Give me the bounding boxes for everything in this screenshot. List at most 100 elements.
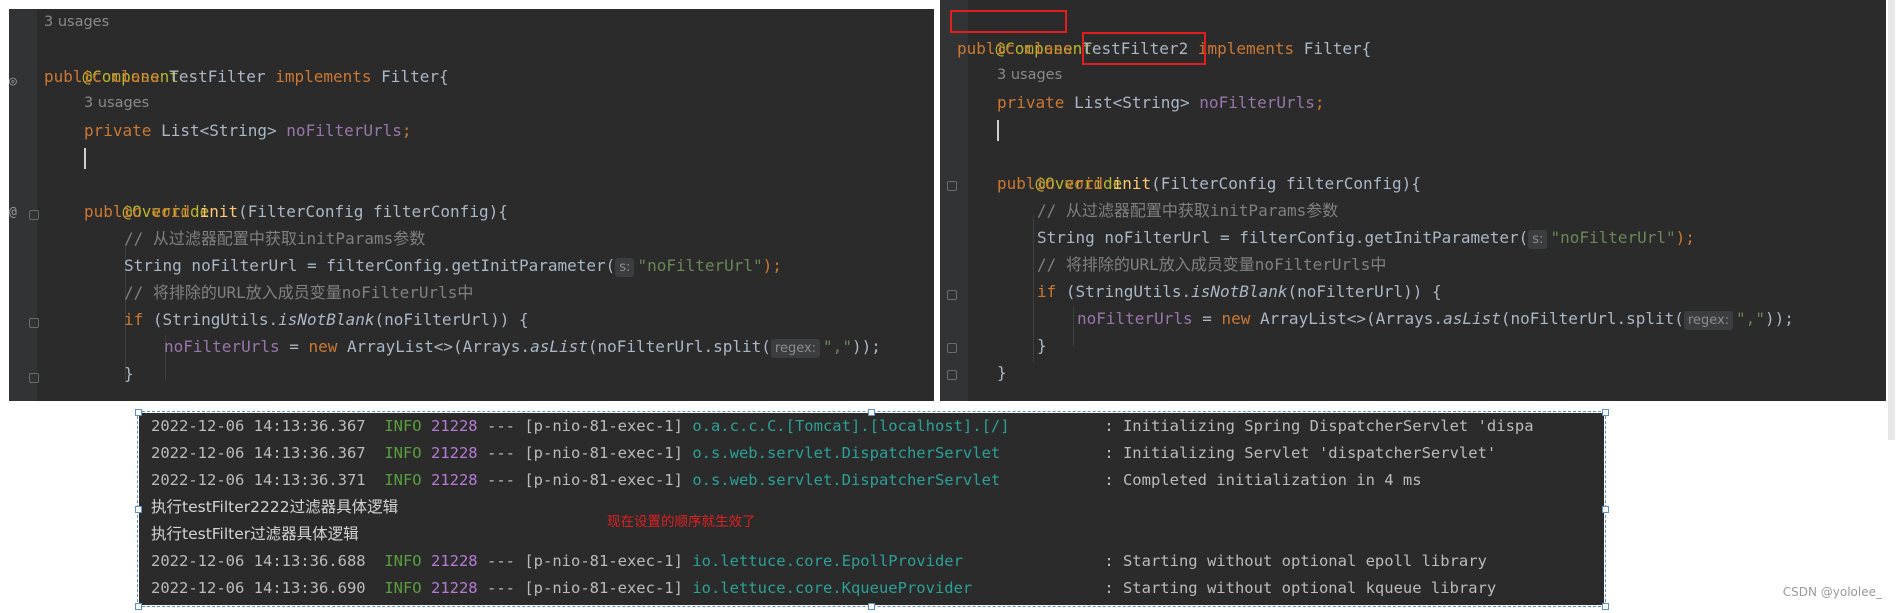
implementation-gutter-icon[interactable]: ◎: [9, 75, 17, 89]
text-cursor: [84, 148, 86, 169]
code-line: @Override: [997, 143, 1123, 193]
fold-marker-icon[interactable]: [29, 373, 39, 383]
code-line-class-declaration: public class TestFilter implements Filte…: [44, 63, 449, 90]
log-level: INFO: [384, 579, 422, 597]
string-literal: "noFilterUrl": [637, 256, 763, 275]
string-literal: ",": [823, 337, 852, 356]
method-name: init: [199, 202, 239, 221]
fold-marker-icon[interactable]: [947, 343, 957, 353]
resize-handle[interactable]: [868, 603, 875, 610]
page-scrollbar[interactable]: [1888, 0, 1895, 440]
log-line: 2022-12-06 14:13:36.690 INFO 21228 --- […: [151, 575, 1496, 602]
code-comment: // 从过滤器配置中获取initParams参数: [1037, 201, 1339, 220]
resize-handle[interactable]: [135, 409, 142, 416]
resize-handle[interactable]: [135, 603, 142, 610]
method-call: isNotBlank: [278, 310, 375, 329]
log-thread: --- [p-nio-81-exec-1]: [487, 552, 683, 570]
log-thread: --- [p-nio-81-exec-1]: [487, 417, 683, 435]
code-end: );: [1675, 228, 1695, 247]
method-call: asList: [1443, 309, 1501, 328]
log-message: : Completed initialization in 4 ms: [1104, 471, 1422, 489]
code-end: ));: [851, 337, 881, 356]
log-pid: 21228: [430, 417, 478, 435]
log-level: INFO: [384, 444, 422, 462]
console-output-panel[interactable]: 2022-12-06 14:13:36.367 INFO 21228 --- […: [137, 411, 1606, 607]
code-comment: // 将排除的URL放入成员变量noFilterUrls中: [1037, 255, 1387, 274]
code-text: ArrayList<>(Arrays.: [1260, 309, 1444, 328]
log-pid: 21228: [430, 552, 478, 570]
field-name: noFilterUrls: [286, 121, 402, 140]
log-message: : Initializing Servlet 'dispatcherServle…: [1104, 444, 1497, 462]
code-text: String noFilterUrl = filterConfig.getIni…: [1037, 228, 1529, 247]
resize-handle[interactable]: [1602, 603, 1609, 610]
code-text: (StringUtils.: [152, 310, 279, 329]
fold-marker-icon[interactable]: [947, 181, 957, 191]
code-line: @Component: [44, 36, 179, 86]
parameter-hint: regex:: [770, 339, 821, 358]
log-timestamp: 2022-12-06 14:13:36.371: [151, 471, 366, 489]
usages-hint: 3 usages: [997, 67, 1063, 83]
parameter-hint: regex:: [1683, 311, 1734, 330]
code-line-if: if (StringUtils.isNotBlank(noFilterUrl))…: [124, 306, 529, 333]
code-line-statement: String noFilterUrl = filterConfig.getIni…: [124, 252, 782, 279]
code-end: ));: [1764, 309, 1794, 328]
code-text: =: [279, 337, 309, 356]
code-line-if: if (StringUtils.isNotBlank(noFilterUrl))…: [1037, 278, 1442, 305]
semicolon: ;: [401, 121, 412, 140]
resize-handle[interactable]: [135, 506, 142, 513]
code-line-field: private List<String> noFilterUrls;: [84, 117, 412, 144]
fold-marker-icon[interactable]: [29, 318, 39, 328]
fold-marker-icon[interactable]: [29, 210, 39, 220]
method-call: asList: [530, 337, 588, 356]
override-gutter-icon[interactable]: @: [9, 206, 17, 220]
keyword: new: [1221, 309, 1261, 328]
string-literal: "noFilterUrl": [1550, 228, 1676, 247]
method-call: isNotBlank: [1191, 282, 1288, 301]
resize-handle[interactable]: [1602, 506, 1609, 513]
keyword: implements: [275, 67, 382, 86]
usages-hint: 3 usages: [44, 14, 110, 30]
field-name: noFilterUrls: [1077, 309, 1193, 328]
log-logger[interactable]: o.s.web.servlet.DispatcherServlet: [692, 440, 1104, 467]
code-text: (StringUtils.: [1065, 282, 1192, 301]
field-name: noFilterUrls: [1199, 93, 1315, 112]
code-line-method-declaration: public void init(FilterConfig filterConf…: [84, 198, 508, 225]
field-name: noFilterUrls: [164, 337, 280, 356]
resize-handle[interactable]: [1602, 409, 1609, 416]
fold-marker-icon[interactable]: [947, 370, 957, 380]
interface-name: Filter{: [1303, 39, 1372, 58]
type-name: List<String>: [161, 121, 287, 140]
watermark: CSDN @yololee_: [1782, 585, 1882, 599]
keyword: if: [1037, 282, 1066, 301]
log-message: : Initializing Spring DispatcherServlet …: [1104, 417, 1534, 435]
string-literal: ",": [1736, 309, 1765, 328]
closing-brace: }: [997, 363, 1007, 382]
left-code-editor[interactable]: ◎ @ 3 usages @Component public class Tes…: [9, 9, 934, 401]
log-timestamp: 2022-12-06 14:13:36.367: [151, 444, 366, 462]
fold-marker-icon[interactable]: [947, 290, 957, 300]
keyword: if: [124, 310, 153, 329]
highlight-box-class-name: [1082, 32, 1206, 65]
log-logger[interactable]: io.lettuce.core.EpollProvider: [692, 548, 1104, 575]
log-logger[interactable]: o.s.web.servlet.DispatcherServlet: [692, 467, 1104, 494]
method-params: (FilterConfig filterConfig){: [1151, 174, 1421, 193]
code-line-assignment: noFilterUrls = new ArrayList<>(Arrays.as…: [1077, 305, 1794, 332]
log-logger[interactable]: io.lettuce.core.KqueueProvider: [692, 575, 1104, 602]
code-text: ArrayList<>(Arrays.: [347, 337, 531, 356]
method-name: init: [1112, 174, 1152, 193]
keyword: public class: [957, 39, 1083, 58]
indent-guide: [1033, 215, 1034, 362]
resize-handle[interactable]: [868, 409, 875, 416]
keyword: public void: [997, 174, 1113, 193]
log-timestamp: 2022-12-06 14:13:36.690: [151, 579, 366, 597]
right-code-editor[interactable]: @Component public class TestFilter2 impl…: [940, 0, 1886, 401]
code-text: (noFilterUrl.split(: [1500, 309, 1684, 328]
usages-hint: 3 usages: [84, 95, 150, 111]
code-text: (noFilterUrl)) {: [374, 310, 529, 329]
log-timestamp: 2022-12-06 14:13:36.367: [151, 417, 366, 435]
code-end: );: [762, 256, 782, 275]
log-message: : Starting without optional kqueue libra…: [1104, 579, 1497, 597]
log-thread: --- [p-nio-81-exec-1]: [487, 579, 683, 597]
log-logger[interactable]: o.a.c.c.C.[Tomcat].[localhost].[/]: [692, 413, 1104, 440]
class-name: TestFilter: [169, 67, 276, 86]
